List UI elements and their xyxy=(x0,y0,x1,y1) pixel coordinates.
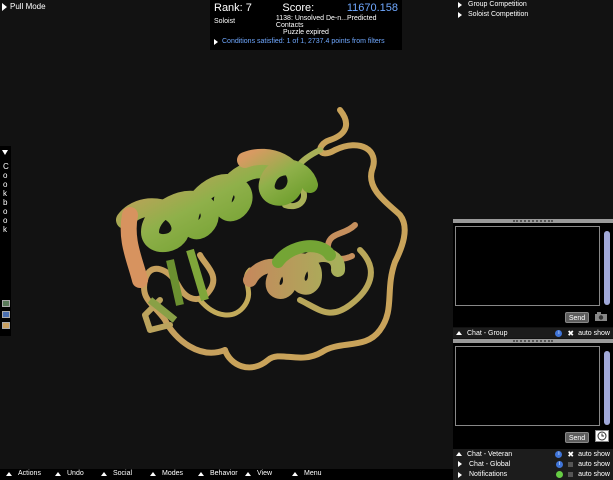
panel-resize-handle[interactable] xyxy=(453,219,613,223)
menu-view[interactable]: View xyxy=(245,470,272,477)
close-icon[interactable]: ✖ xyxy=(567,450,574,459)
send-button[interactable]: Send xyxy=(565,432,589,443)
menu-main[interactable]: Menu xyxy=(292,470,322,477)
soloist-competition-label: Soloist Competition xyxy=(468,11,529,18)
info-icon[interactable]: i xyxy=(555,329,563,337)
menu-behavior[interactable]: Behavior xyxy=(198,470,238,477)
info-icon[interactable]: i xyxy=(555,450,563,458)
conditions-text: Conditions satisfied: 1 of 1, 2737.4 poi… xyxy=(222,38,385,45)
recipe-folder-icon[interactable] xyxy=(2,311,10,318)
auto-show-label: auto show xyxy=(578,460,610,468)
soloist-competition-toggle[interactable]: Soloist Competition xyxy=(458,11,528,18)
expand-arrow-icon xyxy=(458,1,462,8)
notifications-bar[interactable]: Notifications auto show xyxy=(453,469,613,480)
scroll-thumb[interactable] xyxy=(604,231,610,305)
chat-veteran-bar[interactable]: Chat - Veteran i ✖ auto show xyxy=(453,449,613,459)
pull-mode-label: Pull Mode xyxy=(10,2,46,11)
checkbox-icon[interactable] xyxy=(568,472,574,477)
menu-actions[interactable]: Actions xyxy=(6,470,41,477)
chat-group-label: Chat - Group xyxy=(467,329,508,337)
recipe-edit-icon[interactable] xyxy=(2,322,10,329)
chat-group-log[interactable] xyxy=(455,226,600,306)
camera-icon[interactable] xyxy=(594,310,608,322)
chat-group-bar[interactable]: Chat - Group i ✖ auto show xyxy=(453,328,613,338)
puzzle-status: Puzzle expired xyxy=(283,29,329,36)
menu-social[interactable]: Social xyxy=(101,470,132,477)
cookbook-label: C o o k b o o k xyxy=(3,162,9,234)
group-competition-toggle[interactable]: Group Competition xyxy=(458,1,527,8)
recipe-icon[interactable] xyxy=(2,300,10,307)
chat-group-panel: Send xyxy=(453,219,613,327)
chat-global-bar[interactable]: Chat - Global i auto show xyxy=(453,459,613,469)
notifications-label: Notifications xyxy=(469,471,508,478)
collapse-arrow-icon xyxy=(456,331,462,335)
menu-undo[interactable]: Undo xyxy=(55,470,84,477)
cookbook-sidebar[interactable]: C o o k b o o k xyxy=(0,146,11,336)
send-button[interactable]: Send xyxy=(565,312,589,323)
chat-global-label: Chat - Global xyxy=(469,460,511,468)
menu-arrow-icon xyxy=(292,471,298,476)
mode-label: Soloist xyxy=(214,18,236,25)
expand-arrow-icon xyxy=(458,11,462,18)
collapse-arrow-icon xyxy=(2,150,8,155)
group-competition-label: Group Competition xyxy=(468,1,527,8)
info-icon[interactable]: i xyxy=(556,460,564,468)
chat-group-scrollbar[interactable] xyxy=(604,231,610,305)
collapse-arrow-icon xyxy=(456,452,462,456)
menu-arrow-icon xyxy=(101,471,107,476)
expand-arrow-icon xyxy=(458,471,462,478)
chat-veteran-scrollbar[interactable] xyxy=(604,351,610,425)
status-icon xyxy=(556,471,564,478)
scroll-thumb[interactable] xyxy=(604,351,610,425)
rank-label: Rank: 7 xyxy=(214,2,252,14)
conditions-toggle[interactable]: Conditions satisfied: 1 of 1, 2737.4 poi… xyxy=(214,38,389,45)
expand-arrow-icon xyxy=(458,461,462,467)
checkbox-icon[interactable] xyxy=(568,461,574,467)
score-value: 11670.158 xyxy=(346,2,398,14)
chat-veteran-log[interactable] xyxy=(455,346,600,426)
expand-arrow-icon xyxy=(214,38,218,45)
expand-arrow-icon xyxy=(2,2,7,11)
clock-icon[interactable] xyxy=(595,430,609,442)
close-icon[interactable]: ✖ xyxy=(567,329,574,338)
score-label: Score: xyxy=(282,2,315,14)
auto-show-label: auto show xyxy=(578,450,610,458)
panel-resize-handle[interactable] xyxy=(453,339,613,343)
chat-veteran-panel: Send xyxy=(453,339,613,449)
menu-arrow-icon xyxy=(150,471,156,476)
auto-show-label: auto show xyxy=(578,471,610,478)
menu-arrow-icon xyxy=(6,471,12,476)
auto-show-label: auto show xyxy=(578,329,610,337)
bottom-menu-bar: Actions Undo Social Modes Behavior View … xyxy=(0,469,453,480)
pull-mode-toggle[interactable]: Pull Mode xyxy=(2,2,46,11)
menu-arrow-icon xyxy=(245,471,251,476)
menu-arrow-icon xyxy=(55,471,61,476)
menu-arrow-icon xyxy=(198,471,204,476)
chat-veteran-label: Chat - Veteran xyxy=(467,450,513,458)
menu-modes[interactable]: Modes xyxy=(150,470,183,477)
